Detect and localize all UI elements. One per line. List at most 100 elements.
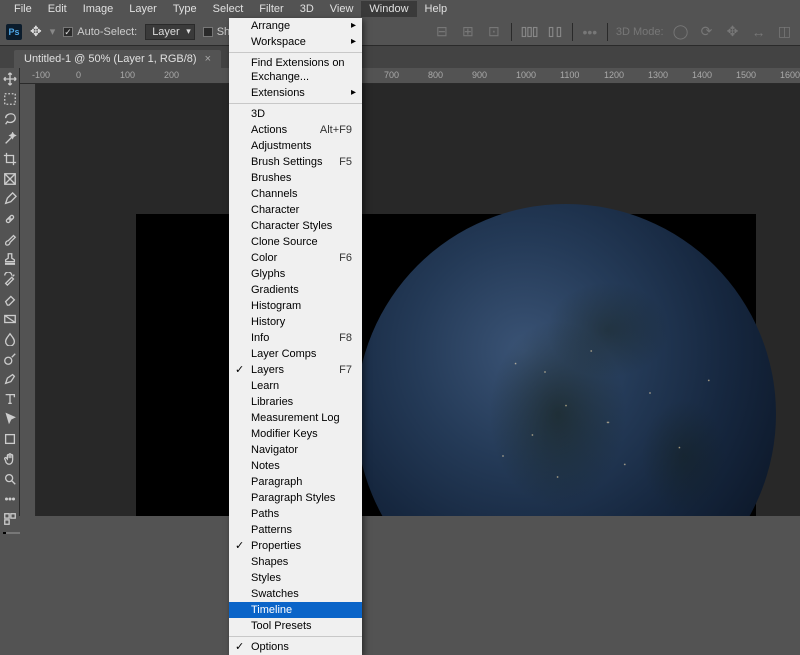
menu-item-label: Paths bbox=[251, 507, 279, 521]
edit-toolbar-tool[interactable] bbox=[2, 512, 18, 526]
menu-item-shapes[interactable]: Shapes bbox=[229, 554, 362, 570]
path-select-tool[interactable] bbox=[2, 412, 18, 426]
menu-item-paths[interactable]: Paths bbox=[229, 506, 362, 522]
blur-tool[interactable] bbox=[2, 332, 18, 346]
close-icon[interactable]: × bbox=[205, 53, 211, 65]
menu-item-patterns[interactable]: Patterns bbox=[229, 522, 362, 538]
eraser-tool[interactable] bbox=[2, 292, 18, 306]
menu-item-navigator[interactable]: Navigator bbox=[229, 442, 362, 458]
menu-item-clone-source[interactable]: Clone Source bbox=[229, 234, 362, 250]
menu-item-character[interactable]: Character bbox=[229, 202, 362, 218]
move-tool-icon[interactable]: ✥ bbox=[30, 23, 42, 40]
menu-item-options[interactable]: Options bbox=[229, 639, 362, 655]
shape-tool[interactable] bbox=[2, 432, 18, 446]
marquee-tool[interactable] bbox=[2, 92, 18, 106]
pen-tool[interactable] bbox=[2, 372, 18, 386]
menu-item-notes[interactable]: Notes bbox=[229, 458, 362, 474]
menu-item-label: Swatches bbox=[251, 587, 299, 601]
type-tool[interactable] bbox=[2, 392, 18, 406]
menu-layer[interactable]: Layer bbox=[121, 1, 165, 17]
eyedropper-tool[interactable] bbox=[2, 192, 18, 206]
menu-item-styles[interactable]: Styles bbox=[229, 570, 362, 586]
menu-select[interactable]: Select bbox=[205, 1, 252, 17]
hand-tool[interactable] bbox=[2, 452, 18, 466]
menu-item-histogram[interactable]: Histogram bbox=[229, 298, 362, 314]
menu-item-paragraph-styles[interactable]: Paragraph Styles bbox=[229, 490, 362, 506]
distribute-icon[interactable] bbox=[546, 24, 564, 40]
menu-item-swatches[interactable]: Swatches bbox=[229, 586, 362, 602]
menu-item-channels[interactable]: Channels bbox=[229, 186, 362, 202]
menu-item-3d[interactable]: 3D bbox=[229, 106, 362, 122]
menu-item-modifier-keys[interactable]: Modifier Keys bbox=[229, 426, 362, 442]
ellipsis-tool[interactable] bbox=[2, 492, 18, 506]
menu-item-label: Gradients bbox=[251, 283, 299, 297]
ruler-tick: 800 bbox=[428, 70, 443, 80]
zoom-tool[interactable] bbox=[2, 472, 18, 486]
menu-item-brush-settings[interactable]: Brush SettingsF5 bbox=[229, 154, 362, 170]
menu-item-gradients[interactable]: Gradients bbox=[229, 282, 362, 298]
gradient-tool[interactable] bbox=[2, 312, 18, 326]
doc-tab[interactable]: Untitled-1 @ 50% (Layer 1, RGB/8) × bbox=[14, 50, 221, 68]
move-tool[interactable] bbox=[2, 72, 18, 86]
menu-item-libraries[interactable]: Libraries bbox=[229, 394, 362, 410]
scale-icon[interactable]: ◫ bbox=[776, 24, 794, 40]
menu-item-adjustments[interactable]: Adjustments bbox=[229, 138, 362, 154]
menu-item-extensions[interactable]: Extensions bbox=[229, 85, 362, 101]
menu-item-timeline[interactable]: Timeline bbox=[229, 602, 362, 618]
menu-item-learn[interactable]: Learn bbox=[229, 378, 362, 394]
heal-tool[interactable] bbox=[2, 212, 18, 226]
menu-item-history[interactable]: History bbox=[229, 314, 362, 330]
menu-window[interactable]: Window bbox=[361, 1, 416, 17]
menu-item-workspace[interactable]: Workspace bbox=[229, 34, 362, 50]
menu-image[interactable]: Image bbox=[75, 1, 122, 17]
align-icon[interactable]: ⊡ bbox=[485, 24, 503, 40]
lasso-tool[interactable] bbox=[2, 112, 18, 126]
menu-item-properties[interactable]: Properties bbox=[229, 538, 362, 554]
stamp-tool[interactable] bbox=[2, 252, 18, 266]
pan-icon[interactable]: ✥ bbox=[724, 24, 742, 40]
menu-3d[interactable]: 3D bbox=[292, 1, 322, 17]
menu-item-color[interactable]: ColorF6 bbox=[229, 250, 362, 266]
menu-item-layer-comps[interactable]: Layer Comps bbox=[229, 346, 362, 362]
menu-item-actions[interactable]: ActionsAlt+F9 bbox=[229, 122, 362, 138]
menu-item-measurement-log[interactable]: Measurement Log bbox=[229, 410, 362, 426]
crop-tool[interactable] bbox=[2, 152, 18, 166]
menu-type[interactable]: Type bbox=[165, 1, 205, 17]
checkbox-icon[interactable] bbox=[203, 27, 213, 37]
align-icon[interactable]: ⊟ bbox=[433, 24, 451, 40]
menu-item-glyphs[interactable]: Glyphs bbox=[229, 266, 362, 282]
menu-item-arrange[interactable]: Arrange bbox=[229, 18, 362, 34]
menu-file[interactable]: File bbox=[6, 1, 40, 17]
orbit-icon[interactable]: ◯ bbox=[672, 24, 690, 40]
distribute-icon[interactable] bbox=[520, 24, 538, 40]
history-brush-tool[interactable] bbox=[2, 272, 18, 286]
brush-tool[interactable] bbox=[2, 232, 18, 246]
wand-tool[interactable] bbox=[2, 132, 18, 146]
layer-select[interactable]: Layer bbox=[145, 24, 195, 40]
menu-item-find-extensions-on-exchange-[interactable]: Find Extensions on Exchange... bbox=[229, 55, 362, 85]
more-icon[interactable]: ••• bbox=[581, 24, 599, 40]
menu-item-label: Properties bbox=[251, 539, 301, 553]
menu-item-character-styles[interactable]: Character Styles bbox=[229, 218, 362, 234]
menu-item-layers[interactable]: LayersF7 bbox=[229, 362, 362, 378]
slide-icon[interactable]: ↔ bbox=[750, 24, 768, 40]
ruler-tick: 1100 bbox=[560, 70, 579, 80]
menu-item-label: Patterns bbox=[251, 523, 292, 537]
menu-filter[interactable]: Filter bbox=[251, 1, 291, 17]
menu-item-info[interactable]: InfoF8 bbox=[229, 330, 362, 346]
auto-select[interactable]: Auto-Select: bbox=[63, 26, 137, 38]
menu-item-tool-presets[interactable]: Tool Presets bbox=[229, 618, 362, 634]
background-color[interactable] bbox=[6, 532, 20, 534]
canvas-area[interactable] bbox=[36, 84, 800, 516]
menu-view[interactable]: View bbox=[322, 1, 362, 17]
menu-help[interactable]: Help bbox=[417, 1, 456, 17]
menu-edit[interactable]: Edit bbox=[40, 1, 75, 17]
menu-item-paragraph[interactable]: Paragraph bbox=[229, 474, 362, 490]
window-menu-dropdown[interactable]: ArrangeWorkspace Find Extensions on Excha… bbox=[229, 18, 362, 655]
frame-tool[interactable] bbox=[2, 172, 18, 186]
menu-item-brushes[interactable]: Brushes bbox=[229, 170, 362, 186]
dodge-tool[interactable] bbox=[2, 352, 18, 366]
align-icon[interactable]: ⊞ bbox=[459, 24, 477, 40]
roll-icon[interactable]: ⟳ bbox=[698, 24, 716, 40]
checkbox-icon[interactable] bbox=[63, 27, 73, 37]
